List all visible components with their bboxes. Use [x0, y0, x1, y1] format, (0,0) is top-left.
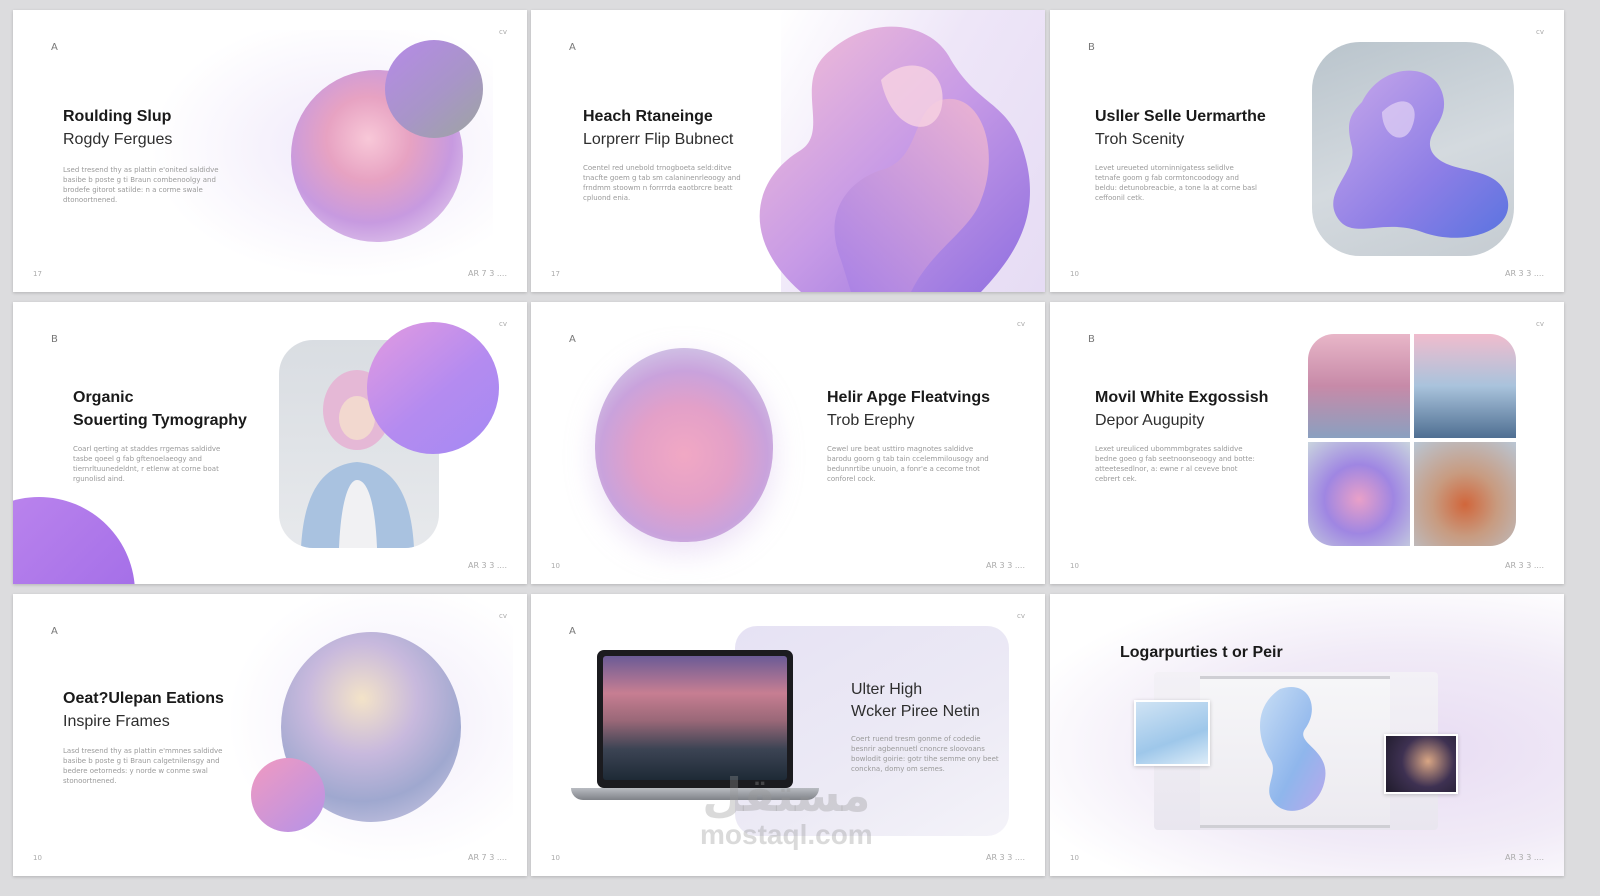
- slide-page-number: 10: [33, 854, 42, 862]
- slide-title: Roulding Slup: [63, 108, 172, 125]
- slide-page-number: 10: [1070, 562, 1079, 570]
- slide-subtitle: Trob Erephy: [827, 412, 915, 429]
- slide-page-number: 10: [1070, 854, 1079, 862]
- slide-body-text: Levet ureueted utorninnigatess selidlve …: [1095, 164, 1257, 202]
- slide-title: Oeat?Ulepan Eations: [63, 690, 224, 707]
- slide-body-text: Coentel red unebold trnogboeta seld:ditv…: [583, 164, 741, 202]
- slide-footer: AR 3 3 ....: [1504, 853, 1544, 862]
- slide-corner-mark: cv: [499, 28, 507, 36]
- slide-footer: AR 3 3 ....: [467, 561, 507, 570]
- slide-body-text: Cewel ure beat usttiro magnotes saldidve…: [827, 445, 989, 483]
- slide-corner-mark: cv: [1536, 320, 1544, 328]
- slide-section-letter: A: [51, 42, 58, 53]
- slide-corner-mark: cv: [1017, 320, 1025, 328]
- slide-3[interactable]: B cv Usller Selle Uermarthe Troh Scenity…: [1050, 10, 1564, 292]
- slide-body-text: Lexet ureuliced ubommmbgrates saldidve b…: [1095, 445, 1255, 483]
- slide-subtitle: Depor Augupity: [1095, 412, 1205, 429]
- slide-page-number: 10: [1070, 270, 1079, 278]
- fabric-swirl-image: [595, 348, 773, 542]
- slide-body-text: Lsed tresend thy as plattin e'onited sal…: [63, 166, 219, 204]
- slide-title: Ulter High: [851, 681, 923, 698]
- slide-title: Movil White Exgossish: [1095, 389, 1269, 406]
- slide-6[interactable]: B cv Movil White Exgossish Depor Augupit…: [1050, 302, 1564, 584]
- fabric-swirl-image: [1333, 70, 1509, 238]
- portrait-thumbnail-right: [1384, 734, 1458, 794]
- slide-title: Organic: [73, 389, 134, 406]
- slide-body-text: Lasd tresend thy as plattin e'mmnes sald…: [63, 747, 223, 785]
- gradient-circle-shape: [251, 758, 325, 832]
- slide-body-text: Coert ruend tresm gonme of codedie besnr…: [851, 735, 999, 773]
- slide-subtitle: Troh Scenity: [1095, 131, 1185, 148]
- slide-section-letter: A: [569, 42, 576, 53]
- grid-photo-beach: [1308, 334, 1410, 438]
- slide-footer: AR 3 3 ....: [1504, 269, 1544, 278]
- slide-title: Helir Apge Fleatvings: [827, 389, 990, 406]
- fabric-swirl-image: [1260, 687, 1326, 811]
- slide-section-letter: B: [1088, 334, 1095, 345]
- slide-section-letter: B: [51, 334, 58, 345]
- slide-footer: AR 7 3 ....: [467, 269, 507, 278]
- slide-2[interactable]: A cv Heach Rtaneinge Lorprerr Flip Bubne…: [531, 10, 1045, 292]
- slide-corner-mark: cv: [499, 320, 507, 328]
- mountain-wallpaper: [603, 656, 787, 780]
- fabric-swirl-image: [759, 26, 1030, 292]
- slide-subtitle: Souerting Tymography: [73, 412, 247, 429]
- slide-page-number: 17: [551, 270, 560, 278]
- slide-subtitle: Lorprerr Flip Bubnect: [583, 131, 734, 148]
- slide-footer: AR 3 3 ....: [985, 561, 1025, 570]
- grid-photo-portrait: [1414, 442, 1516, 546]
- rounded-image-frame: [1312, 42, 1514, 256]
- slide-footer: AR 7 3 ....: [467, 853, 507, 862]
- grid-photo-pier: [1414, 334, 1516, 438]
- slide-9[interactable]: A cv Logarpurties t or Peir 10 AR 3 3 ..…: [1050, 594, 1564, 876]
- slide-7[interactable]: A cv Oeat?Ulepan Eations Inspire Frames …: [13, 594, 527, 876]
- grid-photo-swirl: [1308, 442, 1410, 546]
- slide-subtitle: Inspire Frames: [63, 713, 170, 730]
- photo-grid-image: [1308, 334, 1516, 546]
- slide-subtitle: Rogdy Fergues: [63, 131, 173, 148]
- slide-section-letter: A: [51, 626, 58, 637]
- slide-body-text: Coarl qerting at staddes rrgemas saldidv…: [73, 445, 221, 483]
- slide-5[interactable]: A cv Helir Apge Fleatvings Trob Erephy C…: [531, 302, 1045, 584]
- slide-corner-mark: cv: [1536, 28, 1544, 36]
- slide-subtitle: Wcker Piree Netin: [851, 703, 980, 720]
- slide-page-number: 10: [551, 854, 560, 862]
- slide-section-letter: A: [569, 626, 576, 637]
- slide-footer: AR 3 3 ....: [1504, 561, 1544, 570]
- slide-4[interactable]: B cv Organic Souerting Tymography Coarl …: [13, 302, 527, 584]
- slide-page-number: 17: [33, 270, 42, 278]
- slide-1[interactable]: A cv Roulding Slup Rogdy Fergues Lsed tr…: [13, 10, 527, 292]
- fabric-thumbnail-left: [1134, 700, 1210, 766]
- slide-title: Heach Rtaneinge: [583, 108, 713, 125]
- projection-screen: [1200, 676, 1390, 828]
- gradient-circle-shape: [367, 322, 499, 454]
- slide-section-letter: B: [1088, 42, 1095, 53]
- gradient-circle-shape: [385, 40, 483, 138]
- watermark: مستقل mostaql.com: [700, 770, 873, 850]
- slide-title: Logarpurties t or Peir: [1120, 644, 1283, 661]
- watermark-arabic-logo: مستقل: [702, 768, 871, 822]
- slide-corner-mark: cv: [1017, 612, 1025, 620]
- slide-page-number: 10: [551, 562, 560, 570]
- slide-title: Usller Selle Uermarthe: [1095, 108, 1266, 125]
- slide-footer: AR 3 3 ....: [985, 853, 1025, 862]
- corner-gradient-circle: [13, 497, 135, 584]
- watermark-domain: mostaql.com: [700, 819, 873, 850]
- slide-section-letter: A: [569, 334, 576, 345]
